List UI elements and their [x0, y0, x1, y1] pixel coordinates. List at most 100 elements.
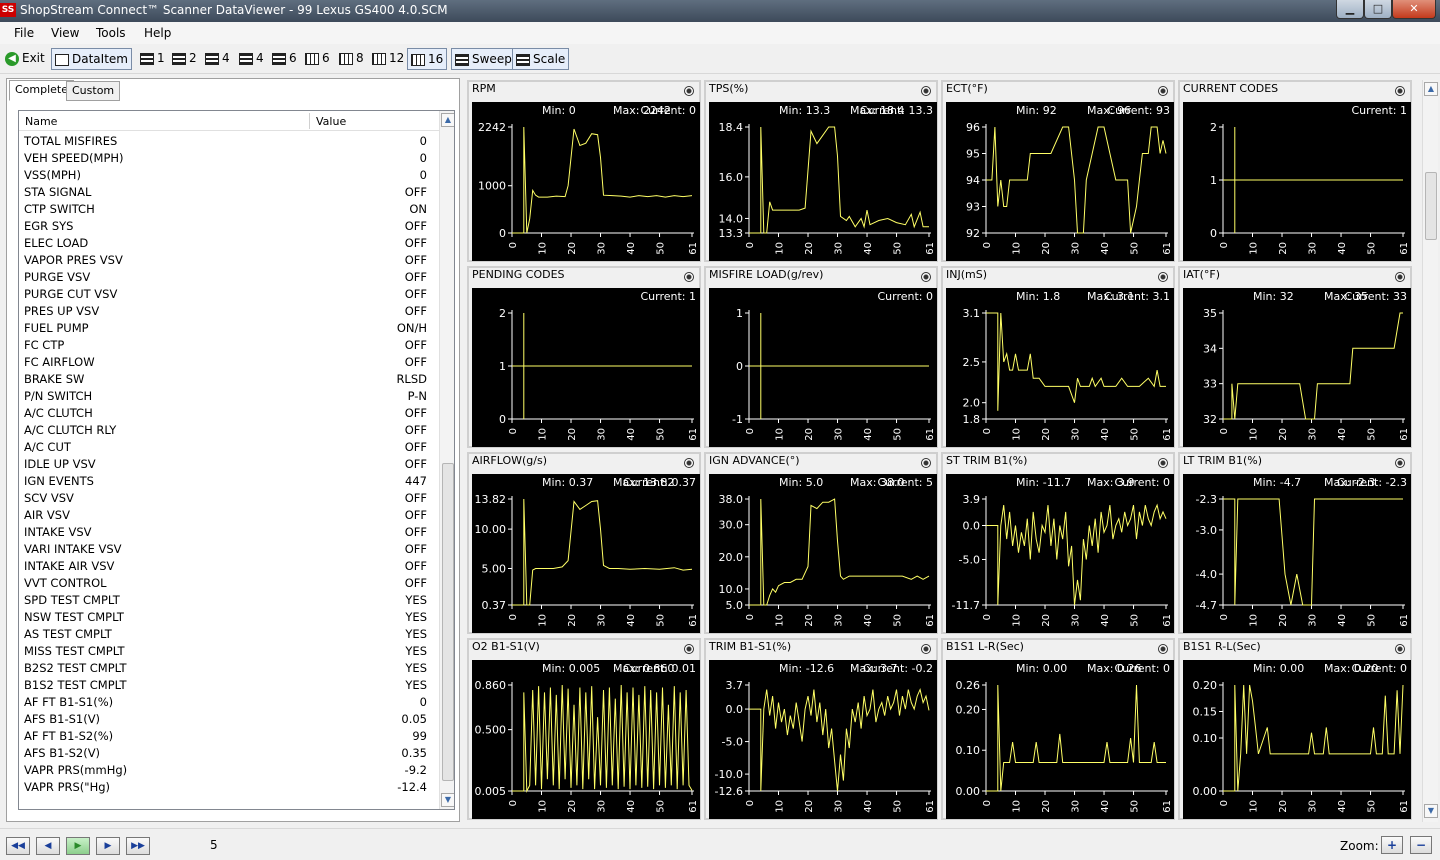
scroll-up-icon[interactable]: ▲: [441, 113, 454, 127]
list-item[interactable]: IGN EVENTS 447: [19, 473, 439, 490]
graph-select-icon[interactable]: [684, 86, 694, 96]
list-item[interactable]: PURGE CUT VSV OFF: [19, 286, 439, 303]
tab-complete[interactable]: Complete: [9, 80, 75, 101]
list-item[interactable]: TOTAL MISFIRES 0: [19, 133, 439, 150]
first-frame-button[interactable]: ◀◀: [6, 837, 30, 855]
list-item[interactable]: VAPR PRS(mmHg) -9.2: [19, 762, 439, 779]
graph-select-icon[interactable]: [1395, 458, 1405, 468]
graph-panel[interactable]: TRIM B1-S1(%) Min: -12.6 Max: 3.7 Current: …: [704, 638, 938, 820]
zoom-out-button[interactable]: −: [1410, 836, 1432, 854]
layout-16-button[interactable]: 16: [407, 48, 448, 70]
graph-panel[interactable]: RPM Min: 0 Max: 2242 Current: 0 2242 1000 0 0 10…: [467, 80, 701, 262]
scroll-up-icon[interactable]: ▲: [1424, 82, 1438, 96]
scroll-thumb[interactable]: [442, 463, 454, 781]
scale-button[interactable]: Scale: [512, 48, 570, 70]
graph-panel[interactable]: CURRENT CODES Current: 1 2 1 0 0 10 20 30 40 50 61: [1178, 80, 1412, 262]
list-scrollbar[interactable]: ▲ ▼: [439, 111, 454, 809]
menu-tools[interactable]: Tools: [96, 26, 126, 40]
graph-select-icon[interactable]: [684, 458, 694, 468]
list-item[interactable]: A/C CLUTCH OFF: [19, 405, 439, 422]
list-item[interactable]: AFS B1-S2(V) 0.35: [19, 745, 439, 762]
list-item[interactable]: AIR VSV OFF: [19, 507, 439, 524]
layout-4-button[interactable]: 4: [202, 48, 233, 70]
list-item[interactable]: BRAKE SW RLSD: [19, 371, 439, 388]
list-item[interactable]: ELEC LOAD OFF: [19, 235, 439, 252]
sweep-button[interactable]: Sweep: [451, 48, 516, 70]
graph-panel[interactable]: TPS(%) Min: 13.3 Max: 18.4 Current: 13.3 18.…: [704, 80, 938, 262]
graph-panel[interactable]: MISFIRE LOAD(g/rev) Current: 0 1 0 -1 0 10 20 30…: [704, 266, 938, 448]
list-item[interactable]: P/N SWITCH P-N: [19, 388, 439, 405]
graph-select-icon[interactable]: [921, 644, 931, 654]
layout-4b-button[interactable]: 4: [236, 48, 267, 70]
scroll-thumb[interactable]: [1425, 172, 1437, 240]
tab-custom[interactable]: Custom: [66, 81, 121, 101]
column-divider[interactable]: [309, 113, 310, 129]
graph-select-icon[interactable]: [921, 86, 931, 96]
list-item[interactable]: SCV VSV OFF: [19, 490, 439, 507]
graph-select-icon[interactable]: [1395, 272, 1405, 282]
list-item[interactable]: EGR SYS OFF: [19, 218, 439, 235]
list-item[interactable]: NSW TEST CMPLT YES: [19, 609, 439, 626]
layout-12-button[interactable]: 12: [369, 48, 407, 70]
graph-panel[interactable]: IGN ADVANCE(°) Min: 5.0 Max: 38.0 Current: …: [704, 452, 938, 634]
list-item[interactable]: SPD TEST CMPLT YES: [19, 592, 439, 609]
next-frame-button[interactable]: ▶: [96, 837, 120, 855]
graph-panel[interactable]: ST TRIM B1(%) Min: -11.7 Max: 3.9 Current: …: [941, 452, 1175, 634]
graph-select-icon[interactable]: [1158, 458, 1168, 468]
graph-panel[interactable]: PENDING CODES Current: 1 2 1 0 0 10 20 30 40 50 61: [467, 266, 701, 448]
list-item[interactable]: VAPR PRS("Hg) -12.4: [19, 779, 439, 796]
list-item[interactable]: INTAKE AIR VSV OFF: [19, 558, 439, 575]
exit-button[interactable]: ◀ Exit: [2, 48, 48, 70]
graph-select-icon[interactable]: [921, 272, 931, 282]
zoom-in-button[interactable]: +: [1381, 836, 1403, 854]
list-item[interactable]: FUEL PUMP ON/H: [19, 320, 439, 337]
graph-panel[interactable]: B1S1 R-L(Sec) Min: 0.00 Max: 0.20 Current: …: [1178, 638, 1412, 820]
graph-panel[interactable]: IAT(°F) Min: 32 Max: 35 Current: 33 35 34 33 32…: [1178, 266, 1412, 448]
layout-6b-button[interactable]: 6: [302, 48, 333, 70]
list-item[interactable]: VAPOR PRES VSV OFF: [19, 252, 439, 269]
graph-panel[interactable]: B1S1 L-R(Sec) Min: 0.00 Max: 0.26 Current: …: [941, 638, 1175, 820]
graph-select-icon[interactable]: [1395, 644, 1405, 654]
list-item[interactable]: AF FT B1-S2(%) 99: [19, 728, 439, 745]
graph-select-icon[interactable]: [921, 458, 931, 468]
list-item[interactable]: CTP SWITCH ON: [19, 201, 439, 218]
menu-view[interactable]: View: [51, 26, 79, 40]
list-item[interactable]: B2S2 TEST CMPLT YES: [19, 660, 439, 677]
list-item[interactable]: STA SIGNAL OFF: [19, 184, 439, 201]
list-item[interactable]: VEH SPEED(MPH) 0: [19, 150, 439, 167]
list-item[interactable]: VSS(MPH) 0: [19, 167, 439, 184]
close-button[interactable]: ✕: [1392, 0, 1436, 19]
minimize-button[interactable]: ▁: [1336, 0, 1364, 19]
graph-select-icon[interactable]: [1158, 86, 1168, 96]
graph-panel[interactable]: ECT(°F) Min: 92 Max: 96 Current: 93 96 95 94 93…: [941, 80, 1175, 262]
scroll-down-icon[interactable]: ▼: [441, 793, 454, 807]
list-item[interactable]: FC CTP OFF: [19, 337, 439, 354]
prev-frame-button[interactable]: ◀: [36, 837, 60, 855]
graph-panel[interactable]: O2 B1-S1(V) Min: 0.005 Max: 0.860 Current: …: [467, 638, 701, 820]
list-item[interactable]: AF FT B1-S1(%) 0: [19, 694, 439, 711]
list-item[interactable]: VVT CONTROL OFF: [19, 575, 439, 592]
graph-select-icon[interactable]: [684, 272, 694, 282]
layout-6-button[interactable]: 6: [269, 48, 300, 70]
menu-help[interactable]: Help: [144, 26, 171, 40]
list-item[interactable]: MISS TEST CMPLT YES: [19, 643, 439, 660]
graph-select-icon[interactable]: [1158, 272, 1168, 282]
list-item[interactable]: A/C CUT OFF: [19, 439, 439, 456]
graph-panel[interactable]: INJ(mS) Min: 1.8 Max: 3.1 Current: 3.1 3.1 2.…: [941, 266, 1175, 448]
graph-scrollbar[interactable]: ▲ ▼: [1422, 80, 1438, 822]
graph-select-icon[interactable]: [684, 644, 694, 654]
graph-panel[interactable]: LT TRIM B1(%) Min: -4.7 Max: -2.3 Current: …: [1178, 452, 1412, 634]
graph-select-icon[interactable]: [1158, 644, 1168, 654]
scroll-down-icon[interactable]: ▼: [1424, 804, 1438, 818]
layout-8-button[interactable]: 8: [336, 48, 367, 70]
menu-file[interactable]: File: [14, 26, 34, 40]
list-item[interactable]: VARI INTAKE VSV OFF: [19, 541, 439, 558]
list-item[interactable]: INTAKE VSV OFF: [19, 524, 439, 541]
dataitem-button[interactable]: DataItem: [51, 48, 132, 70]
list-item[interactable]: B1S2 TEST CMPLT YES: [19, 677, 439, 694]
layout-1-button[interactable]: 1: [137, 48, 168, 70]
list-item[interactable]: A/C CLUTCH RLY OFF: [19, 422, 439, 439]
data-item-list[interactable]: Name Value TOTAL MISFIRES 0 VEH SPEED(MPH)…: [18, 110, 455, 810]
list-item[interactable]: IDLE UP VSV OFF: [19, 456, 439, 473]
maximize-button[interactable]: □: [1364, 0, 1392, 19]
